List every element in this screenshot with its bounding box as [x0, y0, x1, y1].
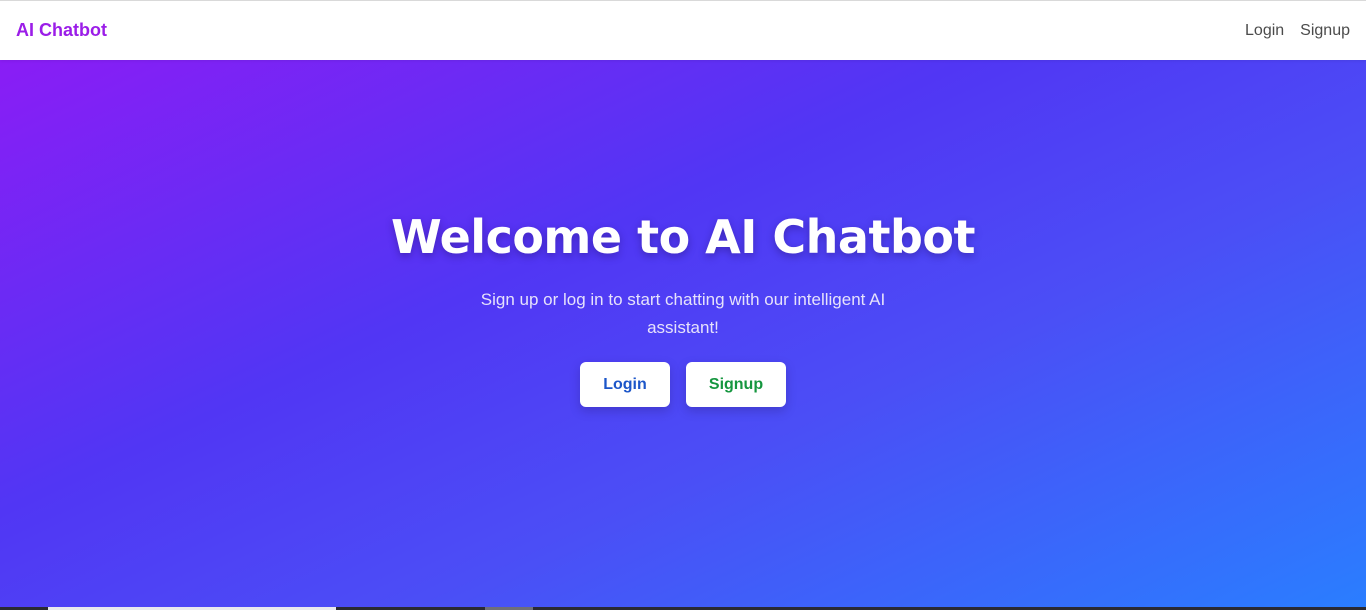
hero-button-group: Login Signup: [580, 362, 786, 407]
hero-section: Welcome to AI Chatbot Sign up or log in …: [0, 60, 1366, 610]
hero-signup-button[interactable]: Signup: [686, 362, 786, 407]
nav-login-link[interactable]: Login: [1245, 22, 1284, 40]
hero-login-button[interactable]: Login: [580, 362, 670, 407]
nav-signup-link[interactable]: Signup: [1300, 22, 1350, 40]
nav-links: Login Signup: [1245, 22, 1350, 40]
top-navbar: AI Chatbot Login Signup: [0, 0, 1366, 60]
brand-logo-link[interactable]: AI Chatbot: [16, 20, 107, 41]
hero-title: Welcome to AI Chatbot: [391, 210, 975, 264]
hero-subtitle: Sign up or log in to start chatting with…: [480, 290, 886, 337]
